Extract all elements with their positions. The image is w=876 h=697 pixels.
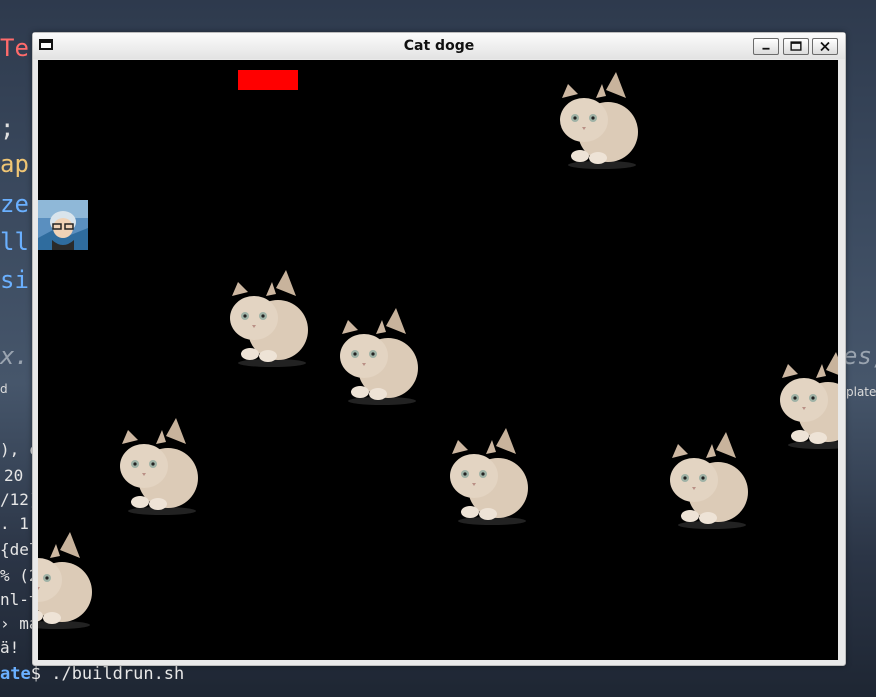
maximize-button[interactable] (783, 38, 809, 55)
game-window: Cat doge (32, 32, 846, 666)
bg-sidebar-text: plate (846, 385, 876, 399)
bg-code-fragment: Te (0, 34, 29, 62)
bg-code-fragment: ze (0, 190, 29, 218)
bg-code-fragment: x. (0, 342, 29, 370)
red-paddle (238, 70, 298, 90)
close-icon (820, 41, 830, 52)
window-title: Cat doge (403, 38, 475, 54)
kitten-sprite-icon (670, 432, 748, 529)
player-avatar (38, 200, 88, 250)
prompt-symbol: $ (30, 664, 41, 684)
kitten-sprite-icon (560, 72, 638, 169)
bg-code-fragment: ap (0, 150, 29, 178)
bg-code-fragment: si (0, 266, 29, 294)
kitten-sprite-icon (340, 308, 418, 405)
bg-code-fragment: ll (0, 228, 29, 256)
kitten-sprite-icon (780, 352, 838, 449)
bg-sidebar-text: d (0, 382, 8, 396)
kitten-sprite-icon (120, 418, 198, 515)
minimize-button[interactable] (753, 38, 779, 55)
bg-code-fragment: ; (0, 114, 15, 142)
kitten-sprite-icon (450, 428, 528, 525)
bg-terminal-line: 20 (4, 466, 24, 485)
title-bar[interactable]: Cat doge (33, 33, 845, 59)
prompt-command: ./buildrun.sh (51, 664, 185, 684)
maximize-icon (790, 41, 802, 51)
minimize-icon (762, 47, 770, 50)
game-canvas[interactable] (38, 60, 838, 660)
bg-terminal-line: ä! (0, 638, 20, 657)
kitten-sprite-icon (38, 532, 92, 629)
player-avatar-icon (38, 200, 88, 250)
bg-code-fragment: es, (843, 342, 876, 370)
terminal-prompt: ate$ ./buildrun.sh (0, 664, 184, 684)
kitten-sprite-icon (230, 270, 308, 367)
prompt-host: ate (0, 664, 31, 684)
close-button[interactable] (812, 38, 838, 55)
